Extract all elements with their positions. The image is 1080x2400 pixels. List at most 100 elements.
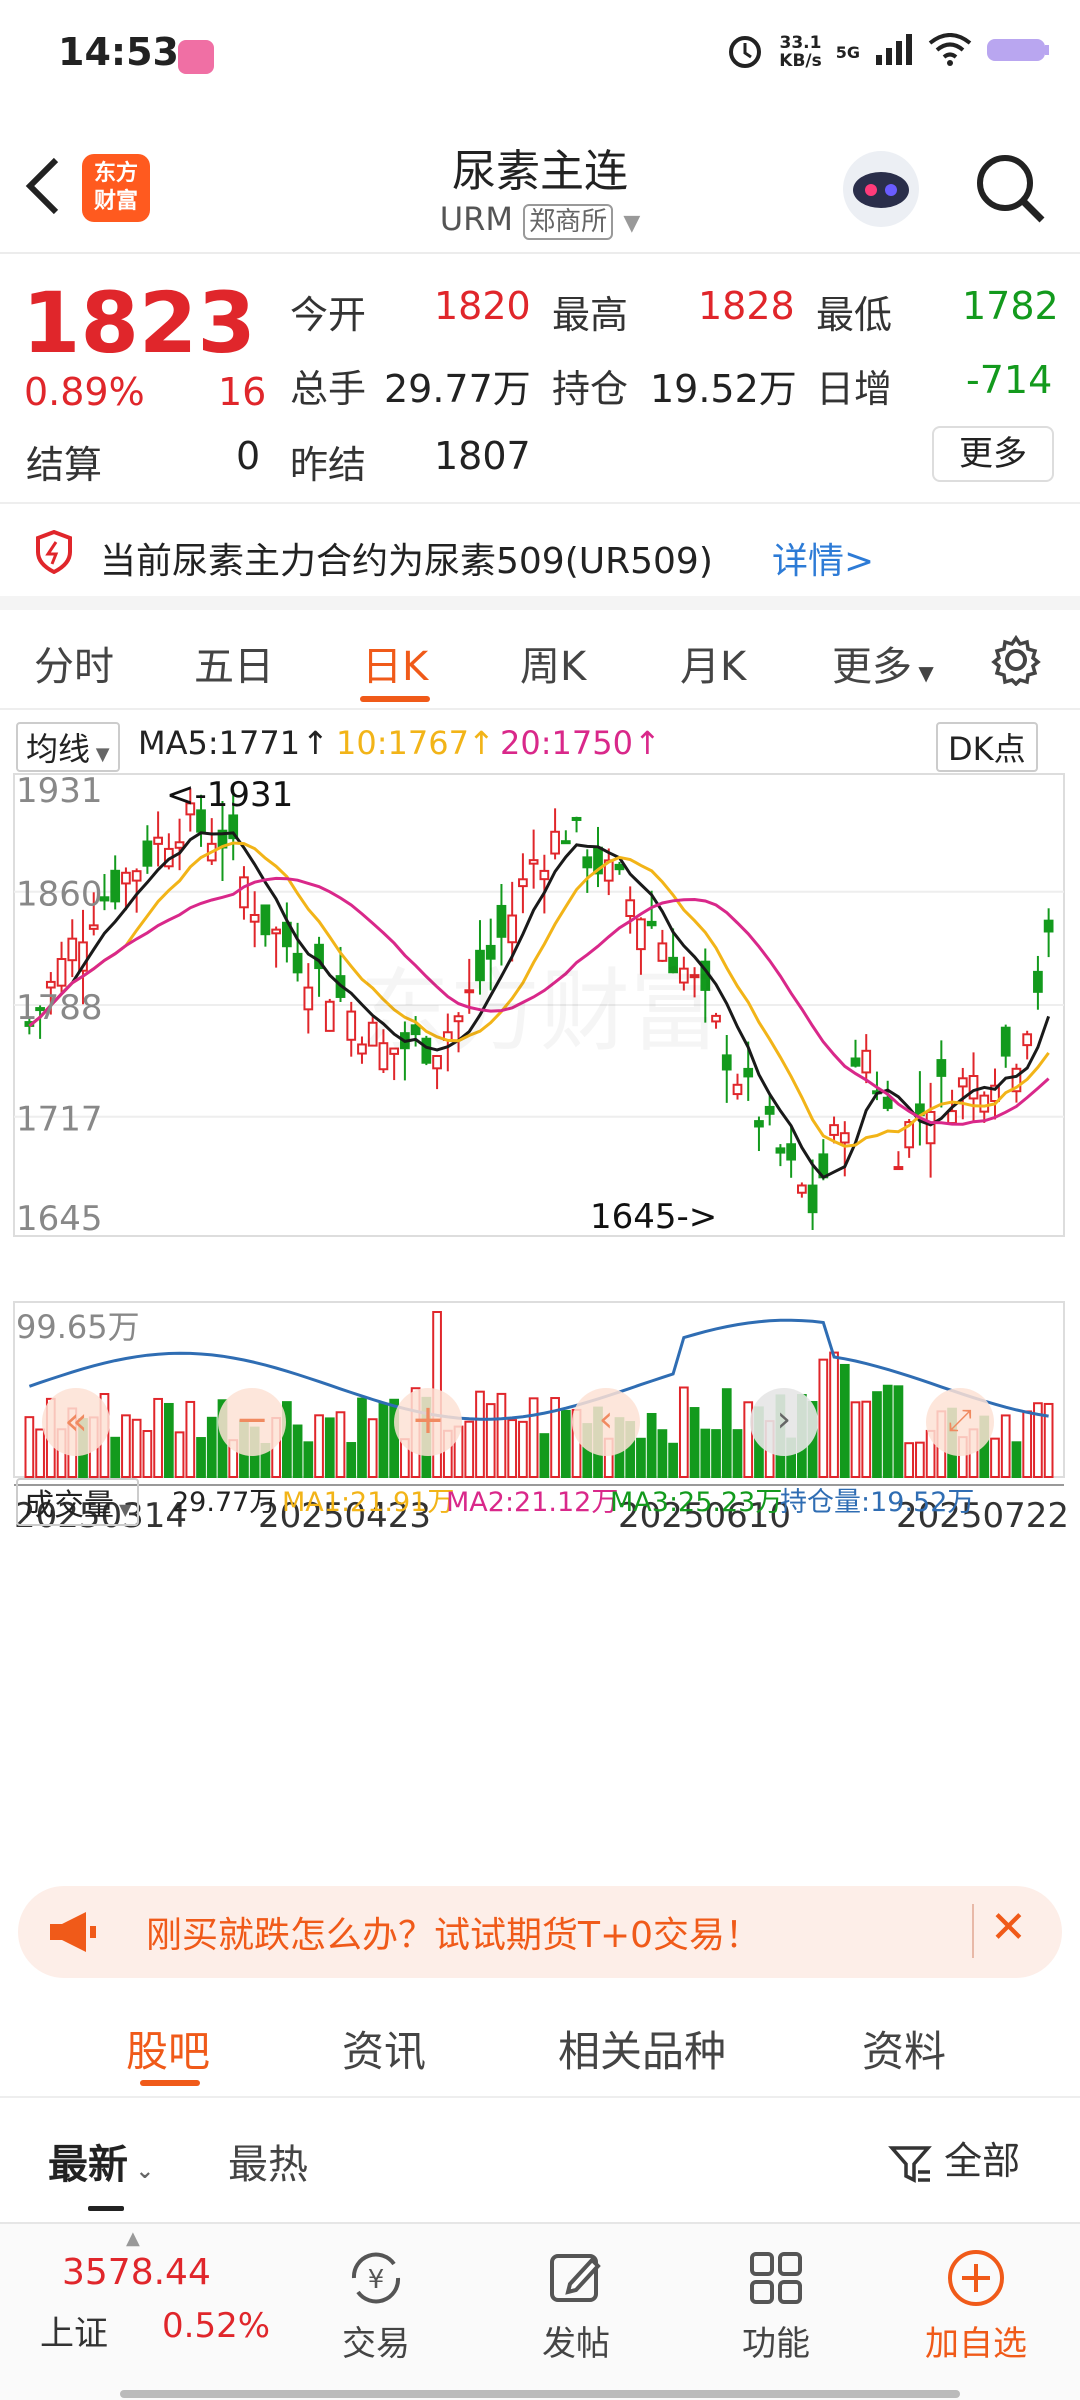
vol-ma3: MA3:25.23万 [610, 1487, 783, 1518]
candle-body [1000, 1026, 1011, 1057]
network-type: 5G [835, 42, 860, 62]
settle-value: 0 [236, 434, 261, 478]
volume-bar [668, 1442, 678, 1478]
tab-related[interactable]: 相关品种 [558, 2018, 726, 2079]
volume-bar [646, 1412, 657, 1479]
volume-bar [292, 1424, 303, 1479]
more-quote-button[interactable]: 更多 [932, 426, 1054, 482]
scroll-left-button[interactable]: ‹ [572, 1388, 640, 1456]
notice-detail-link[interactable]: 详情> [772, 532, 874, 584]
volume-bar [893, 1385, 904, 1479]
prev-settle-label: 昨结 [290, 443, 367, 487]
open-interest-label: 持仓 [552, 367, 629, 411]
sort-latest[interactable]: 最新 ⌄ [48, 2132, 154, 2190]
candle-body [947, 1110, 957, 1125]
index-name[interactable]: 上证 [40, 2306, 108, 2355]
tab-more[interactable]: 更多 ▼ [832, 634, 934, 692]
nav-post[interactable]: 发帖 [506, 2246, 646, 2365]
tab-intraday[interactable]: 分时 [34, 634, 114, 692]
volume-bar [560, 1409, 571, 1478]
zoom-out-button[interactable]: − [218, 1388, 286, 1456]
candle-body [786, 1143, 796, 1161]
trade-icon: ¥ [351, 2252, 401, 2304]
candle-body [582, 856, 593, 869]
filter-all-button[interactable]: 全部 [888, 2130, 1020, 2186]
candle-body [88, 924, 99, 930]
volume-selector[interactable]: 成交量 ▼ [16, 1478, 140, 1526]
megaphone-icon [46, 1908, 98, 1960]
change-percent: 0.89% [24, 370, 145, 414]
robot-assistant-icon[interactable] [838, 146, 924, 236]
svg-text:¥: ¥ [368, 2265, 385, 2295]
candle-body [121, 871, 131, 885]
kline-chart-area[interactable]: 均线 ▼ MA5:1771 ↑ 10:1767 ↑ 20:1750 ↑ DK点 … [0, 712, 1080, 1862]
status-bar: 14:53 33.1 KB/s 5G [0, 0, 1080, 110]
open-label: 今开 [290, 293, 367, 337]
dropdown-arrow-icon: ▼ [623, 211, 641, 236]
candle-body [507, 914, 518, 944]
main-contract-notice[interactable]: 当前尿素主力合约为尿素509(UR509) 详情> [0, 504, 1080, 610]
volume-bar [485, 1403, 496, 1478]
filter-icon [888, 2145, 932, 2183]
candle-body [829, 1124, 839, 1136]
tab-weekly-k[interactable]: 周K [520, 634, 586, 692]
close-banner-icon[interactable]: ✕ [990, 1902, 1027, 1953]
volume-bar [357, 1397, 367, 1479]
promo-text: 刚买就跌怎么办？试试期货T+0交易！ [146, 1915, 762, 1956]
candle-body [539, 869, 550, 881]
volume-bar [518, 1420, 528, 1479]
candle-body [1043, 919, 1054, 933]
scroll-right-button[interactable]: › [750, 1388, 818, 1456]
ma-selector[interactable]: 均线 ▼ [16, 722, 120, 772]
sort-hot[interactable]: 最热 [228, 2132, 308, 2190]
candle-body [260, 904, 271, 936]
promo-banner[interactable]: 刚买就跌怎么办？试试期货T+0交易！ ✕ [18, 1886, 1062, 1978]
candle-body [979, 1094, 990, 1113]
candle-body [560, 840, 571, 845]
candle-body [646, 920, 657, 927]
candle-body [721, 1054, 732, 1071]
candle-body [839, 1132, 850, 1144]
tab-forum[interactable]: 股吧 [126, 2018, 210, 2079]
bottom-navigation: ▲ 3578.44 上证 0.52% ¥ 交易 发帖 功能 加自选 [0, 2222, 1080, 2400]
candle-body [518, 878, 528, 888]
exchange-tag: 郑商所 [523, 204, 614, 240]
volume-bar [110, 1436, 121, 1478]
dk-point-button[interactable]: DK点 [936, 722, 1038, 772]
candle-body [1033, 970, 1043, 993]
volume-indicator: 29.77万 [172, 1487, 277, 1518]
tab-daily-k[interactable]: 日K [362, 634, 428, 692]
candle-body [882, 1096, 893, 1109]
candle-body [142, 840, 153, 867]
nav-functions[interactable]: 功能 [706, 2246, 846, 2365]
last-price: 1823 [22, 274, 256, 372]
index-change[interactable]: 0.52% [162, 2306, 270, 2346]
y-tick-label: 1931 [16, 772, 103, 811]
scroll-left-fast-button[interactable]: « [42, 1388, 110, 1456]
settings-gear-icon[interactable] [990, 634, 1042, 690]
tab-five-day[interactable]: 五日 [194, 634, 274, 692]
top-header: 东方 财富 尿素主连 URM 郑商所 ▼ [0, 110, 1080, 254]
wifi-icon [928, 33, 972, 71]
tab-monthly-k[interactable]: 月K [680, 634, 746, 692]
volume-bar [829, 1351, 839, 1478]
daily-increase-label: 日增 [816, 367, 893, 411]
y-tick-label: 1788 [16, 988, 103, 1028]
candle-body [571, 816, 582, 821]
nav-trade[interactable]: ¥ 交易 [306, 2246, 446, 2365]
nav-add-watchlist[interactable]: 加自选 [906, 2246, 1046, 2365]
volume-bar [185, 1400, 196, 1478]
candle-body [249, 913, 260, 923]
candle-body [636, 918, 646, 951]
tab-news[interactable]: 资讯 [342, 2018, 426, 2079]
index-value[interactable]: 3578.44 [62, 2252, 211, 2293]
candle-body [861, 1049, 872, 1074]
volume-bar [153, 1397, 163, 1478]
tab-profile[interactable]: 资料 [862, 2018, 946, 2079]
zoom-in-button[interactable]: + [394, 1388, 462, 1456]
volume-bar [839, 1363, 850, 1479]
ma5-value: MA5:1771 [138, 724, 301, 762]
fullscreen-button[interactable]: ⤢ [926, 1388, 994, 1456]
volume-bar [314, 1414, 324, 1479]
search-icon[interactable] [972, 150, 1048, 230]
